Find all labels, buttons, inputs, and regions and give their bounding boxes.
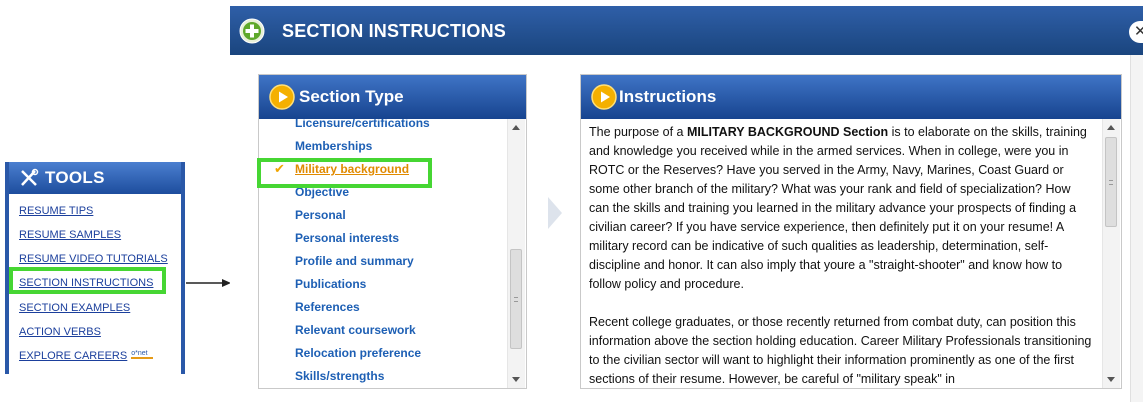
- list-item[interactable]: Memberships: [295, 139, 372, 153]
- tools-title: TOOLS: [45, 168, 105, 187]
- dialog-scrollbar[interactable]: [1130, 55, 1143, 402]
- section-type-list: Licensure/certifications Memberships ✔ M…: [259, 119, 526, 388]
- scroll-up-arrow[interactable]: [1107, 125, 1115, 130]
- explore-careers-link[interactable]: EXPLORE CAREERS: [19, 350, 127, 362]
- section-examples-link[interactable]: SECTION EXAMPLES: [19, 302, 130, 314]
- close-icon[interactable]: ✕: [1129, 21, 1143, 43]
- list-item[interactable]: Personal: [295, 208, 346, 222]
- section-instructions-link[interactable]: SECTION INSTRUCTIONS: [19, 277, 153, 289]
- scroll-up-arrow[interactable]: [512, 125, 520, 130]
- paragraph-bold-text: MILITARY BACKGROUND Section: [686, 125, 889, 139]
- tools-icon: [21, 168, 39, 186]
- instructions-paragraph-2: Recent college graduates, or those recen…: [589, 315, 1092, 386]
- scroll-thumb[interactable]: [1105, 137, 1117, 227]
- list-item[interactable]: Objective: [295, 185, 349, 199]
- instructions-paragraph-1: The purpose of a MILITARY BACKGROUND Sec…: [589, 123, 1094, 294]
- instructions-body: The purpose of a MILITARY BACKGROUND Sec…: [581, 119, 1121, 388]
- list-item[interactable]: Profile and summary: [295, 254, 414, 268]
- onet-logo: o*net: [131, 350, 154, 359]
- list-item[interactable]: References: [295, 300, 360, 314]
- scroll-down-arrow[interactable]: [512, 377, 520, 382]
- instructions-header: Instructions: [581, 75, 1121, 119]
- chevron-right-icon: [548, 197, 562, 229]
- section-type-scrollbar[interactable]: [507, 119, 525, 388]
- paragraph-text: The purpose of a: [589, 125, 687, 139]
- section-type-panel: Section Type Licensure/certifications Me…: [258, 74, 527, 389]
- resume-samples-link[interactable]: RESUME SAMPLES: [19, 229, 121, 241]
- scroll-grip: [514, 297, 518, 302]
- tools-header: TOOLS: [9, 162, 181, 194]
- paragraph-text: is to elaborate on the skills, training …: [589, 125, 1087, 291]
- instructions-scrollbar[interactable]: [1102, 119, 1120, 388]
- section-instructions-dialog: SECTION INSTRUCTIONS ✕ Section Type Lice…: [230, 0, 1143, 402]
- scroll-thumb[interactable]: [510, 249, 522, 349]
- instructions-text: The purpose of a MILITARY BACKGROUND Sec…: [589, 123, 1094, 388]
- list-item[interactable]: Skills/strengths: [295, 369, 384, 383]
- dialog-title: SECTION INSTRUCTIONS: [282, 21, 507, 41]
- tools-panel: TOOLS RESUME TIPS RESUME SAMPLES RESUME …: [5, 162, 185, 374]
- play-icon: [269, 84, 295, 110]
- list-item-selected[interactable]: Military background: [295, 162, 409, 176]
- plus-icon: [239, 18, 265, 44]
- list-item[interactable]: Publications: [295, 277, 366, 291]
- section-type-header: Section Type: [259, 75, 526, 119]
- section-type-title: Section Type: [299, 87, 404, 106]
- scroll-down-arrow[interactable]: [1107, 377, 1115, 382]
- resume-tips-link[interactable]: RESUME TIPS: [19, 205, 93, 217]
- check-icon: ✔: [274, 161, 285, 176]
- dialog-header: SECTION INSTRUCTIONS ✕: [230, 6, 1143, 55]
- scroll-grip: [1109, 180, 1113, 185]
- list-item[interactable]: Relevant coursework: [295, 323, 416, 337]
- play-icon: [591, 84, 617, 110]
- instructions-panel: Instructions The purpose of a MILITARY B…: [580, 74, 1122, 389]
- resume-video-tutorials-link[interactable]: RESUME VIDEO TUTORIALS: [19, 253, 168, 265]
- close-glyph: ✕: [1134, 23, 1143, 40]
- list-item[interactable]: Personal interests: [295, 231, 399, 245]
- explore-careers-row: EXPLORE CAREERS o*net: [19, 350, 154, 362]
- instructions-title: Instructions: [619, 87, 717, 106]
- list-item[interactable]: Licensure/certifications: [295, 119, 430, 130]
- right-arrow-icon: [186, 279, 231, 287]
- list-item[interactable]: Relocation preference: [295, 346, 421, 360]
- action-verbs-link[interactable]: ACTION VERBS: [19, 326, 101, 338]
